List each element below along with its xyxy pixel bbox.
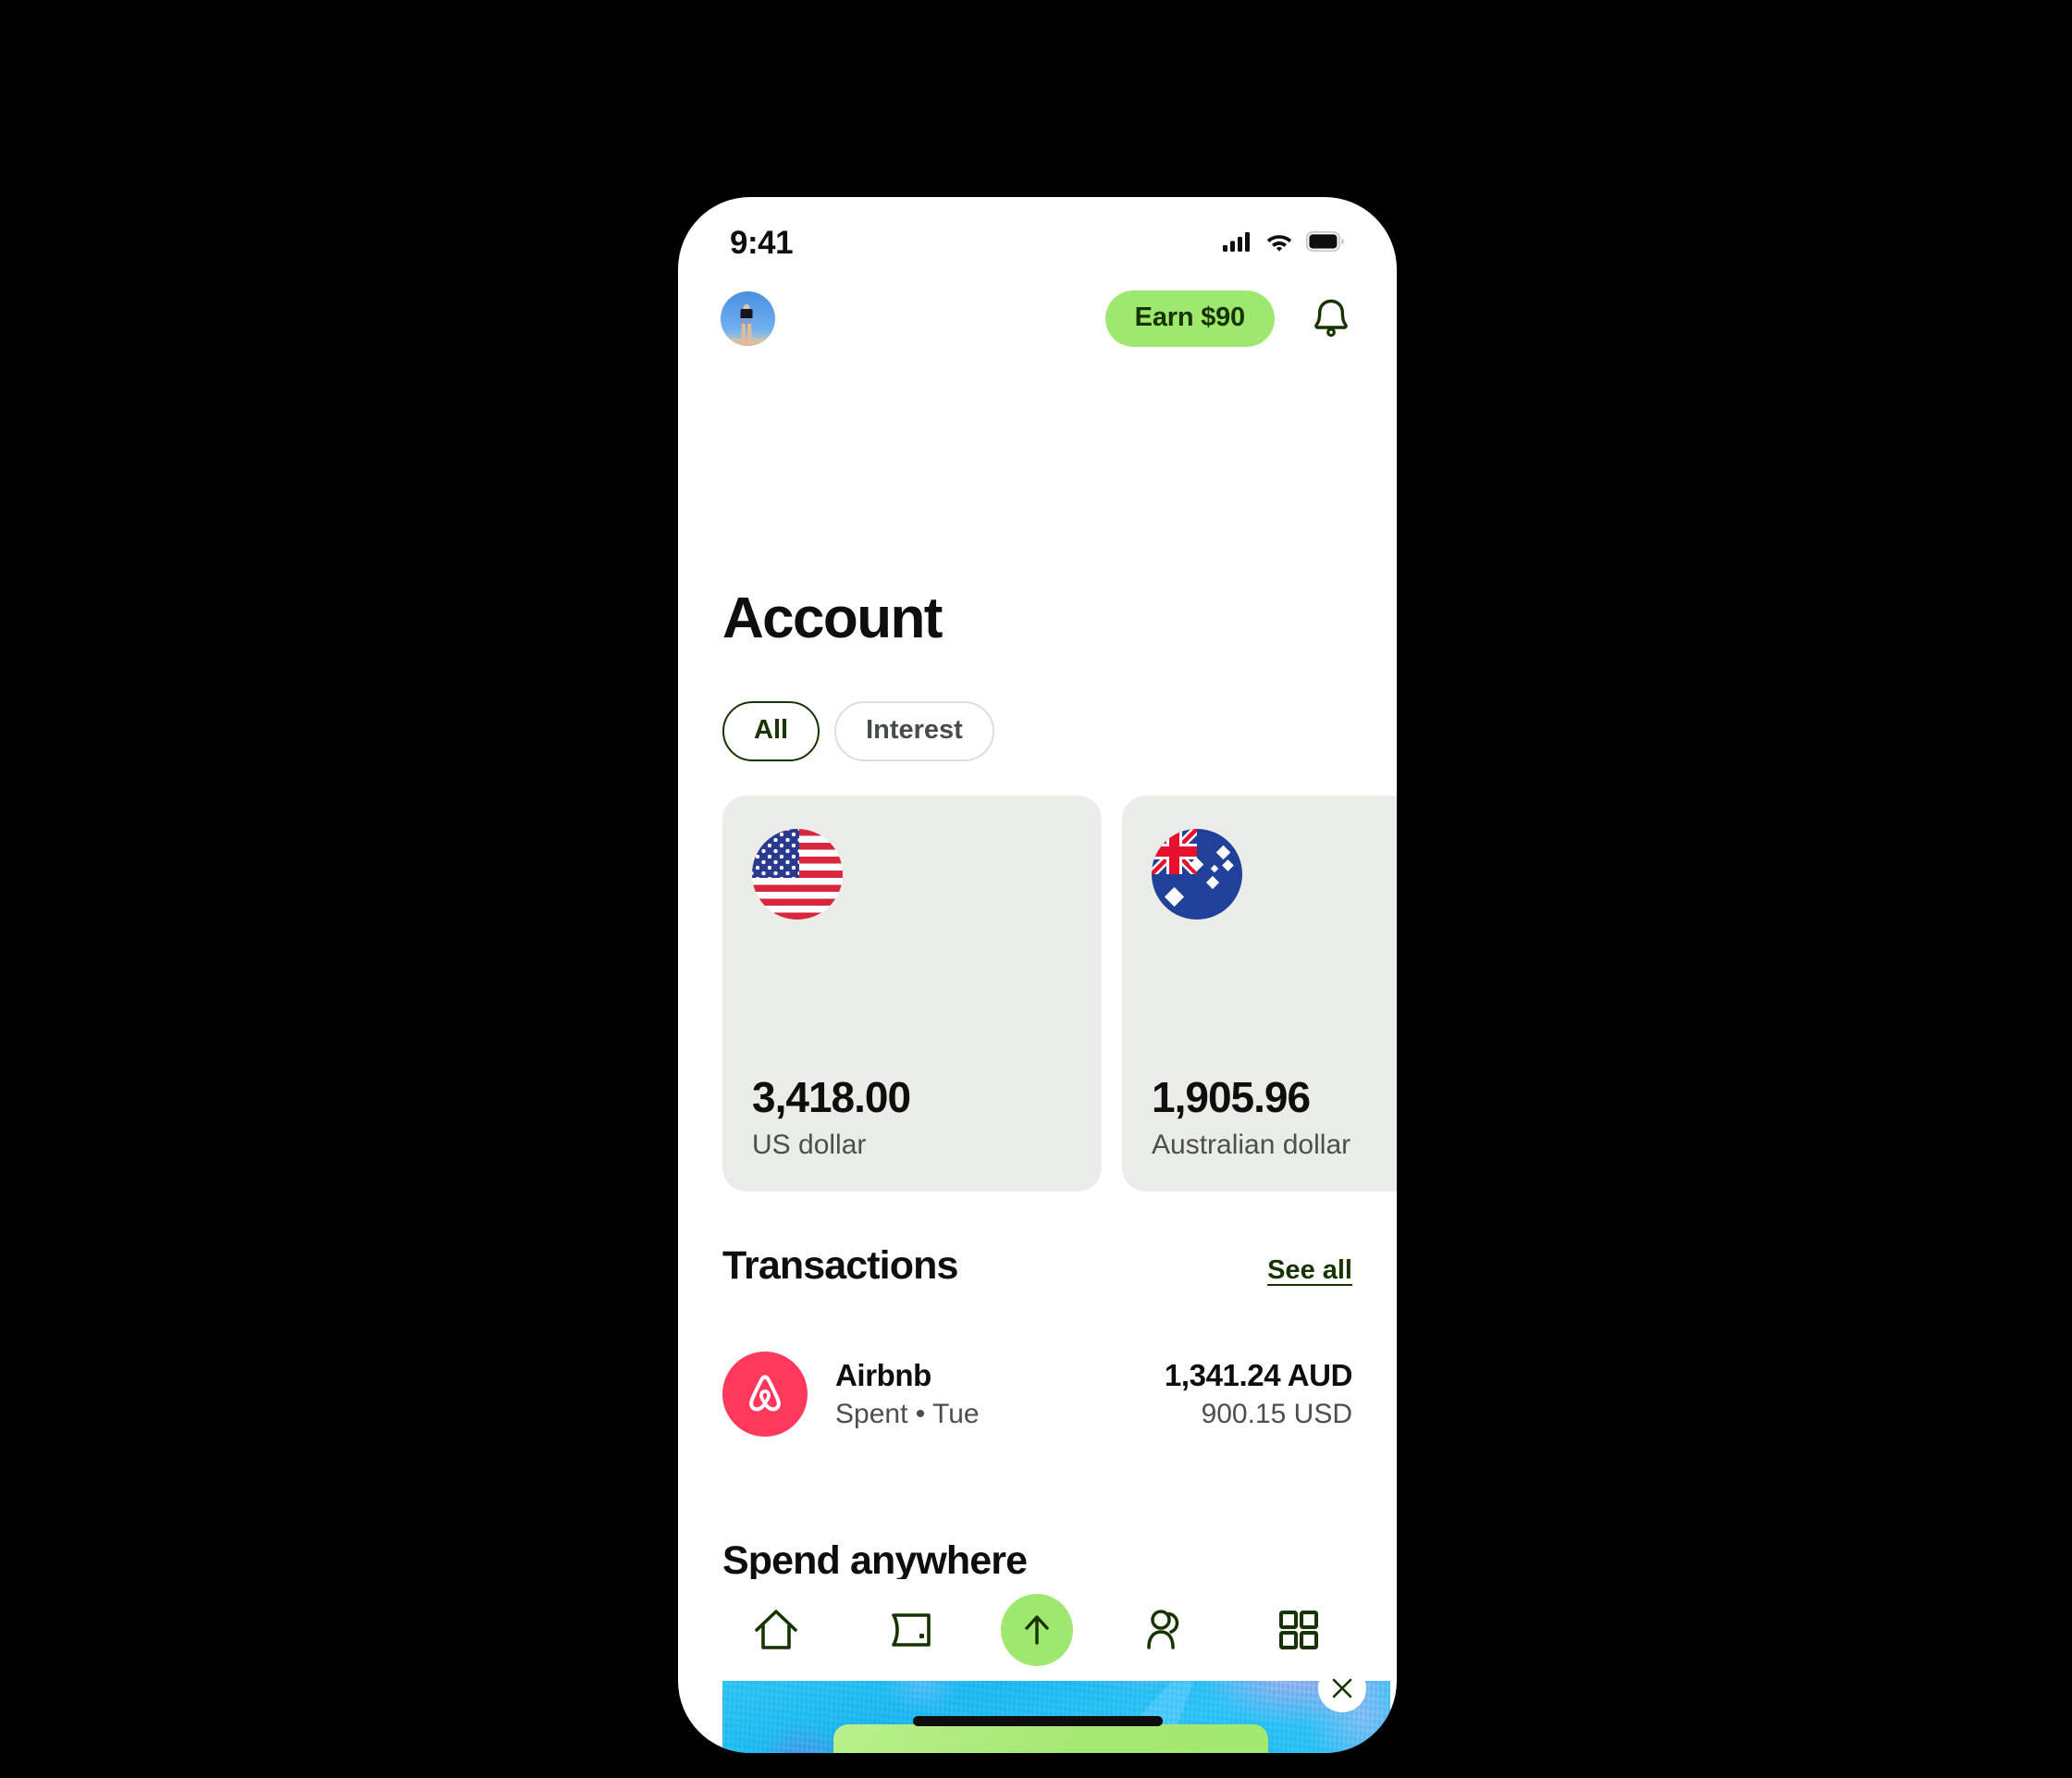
balance-cards-carousel[interactable]: 3,418.00 US dollar 1,905.96 Australian d… bbox=[722, 796, 1397, 1192]
balance-card-usd[interactable]: 3,418.00 US dollar bbox=[722, 796, 1102, 1192]
wifi-icon bbox=[1265, 231, 1293, 256]
avatar[interactable] bbox=[721, 290, 775, 346]
bottom-navigation bbox=[678, 1579, 1397, 1681]
table-row[interactable]: Airbnb Spent • Tue 1,341.24 AUD 900.15 U… bbox=[722, 1352, 1352, 1437]
status-time: 9:41 bbox=[730, 225, 794, 261]
status-bar: 9:41 bbox=[678, 197, 1397, 273]
filter-chip-all[interactable]: All bbox=[722, 701, 820, 761]
transaction-amount: 1,341.24 AUD bbox=[1164, 1357, 1352, 1392]
cellular-signal-icon bbox=[1223, 231, 1252, 256]
spend-anywhere-header: Spend anywhere bbox=[722, 1538, 1352, 1584]
nav-recipients-icon[interactable] bbox=[1122, 1587, 1207, 1673]
transactions-title: Transactions bbox=[722, 1243, 958, 1288]
balance-currency-name: Australian dollar bbox=[1152, 1130, 1351, 1160]
australia-flag-icon bbox=[1152, 829, 1242, 920]
nav-home-icon[interactable] bbox=[734, 1587, 819, 1673]
transaction-amounts: 1,341.24 AUD 900.15 USD bbox=[1165, 1358, 1352, 1430]
balance-currency-name: US dollar bbox=[752, 1130, 867, 1160]
wise-card-graphic: wise bbox=[833, 1724, 1268, 1753]
notification-bell-icon[interactable] bbox=[1308, 293, 1354, 343]
transaction-merchant: Airbnb bbox=[835, 1357, 931, 1392]
see-all-link[interactable]: See all bbox=[1267, 1255, 1352, 1286]
avatar-legs bbox=[741, 324, 752, 346]
home-indicator bbox=[912, 1716, 1163, 1726]
filter-chips: All Interest bbox=[722, 701, 994, 761]
airbnb-logo-icon bbox=[722, 1352, 808, 1437]
nav-grid-menu-icon[interactable] bbox=[1256, 1587, 1341, 1673]
filter-chip-interest[interactable]: Interest bbox=[834, 701, 994, 761]
close-icon[interactable] bbox=[1318, 1664, 1366, 1712]
status-indicators bbox=[1223, 215, 1345, 256]
phone-frame: 9:41 Earn $90 Account All Interest 3,418… bbox=[678, 197, 1397, 1753]
page-title: Account bbox=[722, 586, 943, 650]
app-header: Earn $90 bbox=[678, 285, 1397, 352]
transactions-header: Transactions See all bbox=[722, 1243, 1352, 1289]
earn-referral-button[interactable]: Earn $90 bbox=[1104, 290, 1275, 347]
transaction-converted-amount: 900.15 USD bbox=[1201, 1398, 1352, 1429]
spend-anywhere-title: Spend anywhere bbox=[722, 1538, 1028, 1583]
transaction-details: Airbnb Spent • Tue bbox=[835, 1358, 1165, 1430]
battery-icon bbox=[1305, 230, 1345, 256]
nav-send-money-button[interactable] bbox=[1001, 1594, 1074, 1666]
balance-card-aud[interactable]: 1,905.96 Australian dollar bbox=[1122, 796, 1397, 1192]
transaction-subtitle: Spent • Tue bbox=[835, 1398, 980, 1429]
balance-amount: 3,418.00 bbox=[752, 1073, 911, 1122]
balance-amount: 1,905.96 bbox=[1152, 1073, 1311, 1122]
nav-card-icon[interactable] bbox=[868, 1587, 953, 1673]
us-flag-icon bbox=[752, 829, 843, 920]
